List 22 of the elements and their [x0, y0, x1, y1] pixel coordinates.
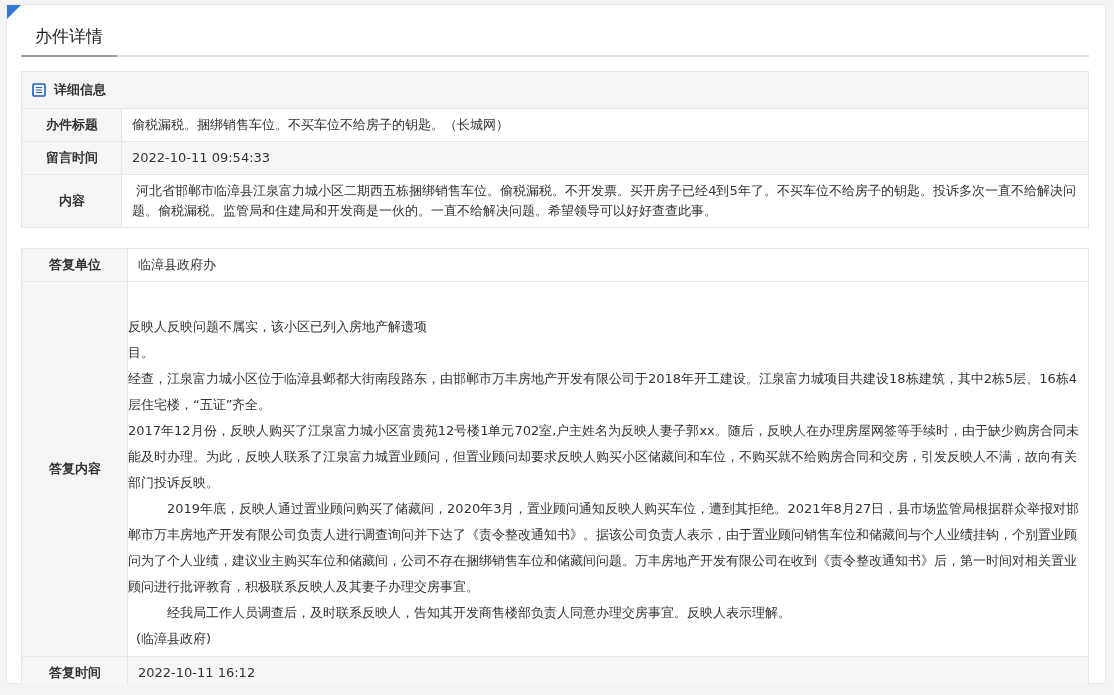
reply-paragraph: 经查，江泉富力城小区位于临漳县邺都大街南段路东，由邯郸市万丰房地产开发有限公司于2018年开工建设。江泉富力城项目共建设18栋建筑，其中2栋5层、16栋4层住宅楼，“五证”齐全。: [128, 370, 1078, 414]
reply-paragraph: 2019年底，反映人通过置业顾问购买了储藏间，2020年3月，置业顾问通知反映人购买车位，遭到其拒绝。2021年8月27日，县市场监管局根据群众举报对邯郸市万丰房地产开发有限公司负责人进行调查询问并下达了《责令整改通知书》。据该公司负责人表示，由于置业顾问销售车位和储藏间与个人业绩挂钩，个别置业顾问为了个人业绩，建议业主购买车位和储藏间，公司不存在捆绑销售车位和储藏间问题。万丰房地产开发有限公司在收到《责令整改通知书》后，第一时间对相关置业顾问进行批评教育，积极联系反映人及其妻子办理交房事宜。: [128, 500, 1081, 596]
field-value: 临漳县政府办: [138, 256, 216, 274]
list-icon: [32, 83, 46, 97]
field-label: 内容: [22, 175, 122, 227]
section-title: 详细信息: [54, 81, 106, 99]
field-label: 办件标题: [22, 109, 122, 141]
reply-paragraph: 经我局工作人员调查后，及时联系反映人，告知其开发商售楼部负责人同意办理交房事宜。反映人表示理解。: [166, 604, 792, 622]
corner-marker: [7, 5, 21, 19]
signature-text: (临漳县政府): [135, 630, 213, 648]
reply-paragraph: 2017年12月份，反映人购买了江泉富力城小区富贵苑12号楼1单元702室,户主姓名为反映人妻子郭xx。随后，反映人在办理房屋网签等手续时，由于缺少购房合同未能及时办理。为此，反映人联系了江泉富力城置业顾问，但置业顾问却要求反映人购买小区储藏间和车位，不购买就不给购房合同和交房，引发反映人不满，故向有关部门投诉反映。: [128, 422, 1080, 492]
field-value: 2022-10-11 09:54:33: [132, 149, 271, 167]
reply-paragraph: 反映人反映问题不属实，该小区已列入房地产解遗项: [128, 318, 428, 336]
reply-paragraph: 目。: [128, 344, 155, 362]
field-value: 偷税漏税。捆绑销售车位。不买车位不给房子的钥匙。（长城网）: [132, 116, 509, 134]
field-label: 答复单位: [22, 249, 128, 281]
field-value: 2022-10-11 16:12: [138, 664, 256, 682]
page-title-tab[interactable]: 办件详情: [21, 19, 117, 57]
field-label: 留言时间: [22, 142, 122, 174]
field-value: 河北省邯郸市临漳县江泉富力城小区二期西五栋捆绑销售车位。偷税漏税。不开发票。买开房子已经4到5年了。不买车位不给房子的钥匙。投诉多次一直不给解决问题。偷税漏税。监管局和住建局和开发商是一伙的。一直不给解决问题。希望领导可以好好查查此事。: [132, 182, 1077, 220]
field-label: 答复时间: [22, 657, 128, 684]
field-label: 答复内容: [22, 282, 128, 656]
